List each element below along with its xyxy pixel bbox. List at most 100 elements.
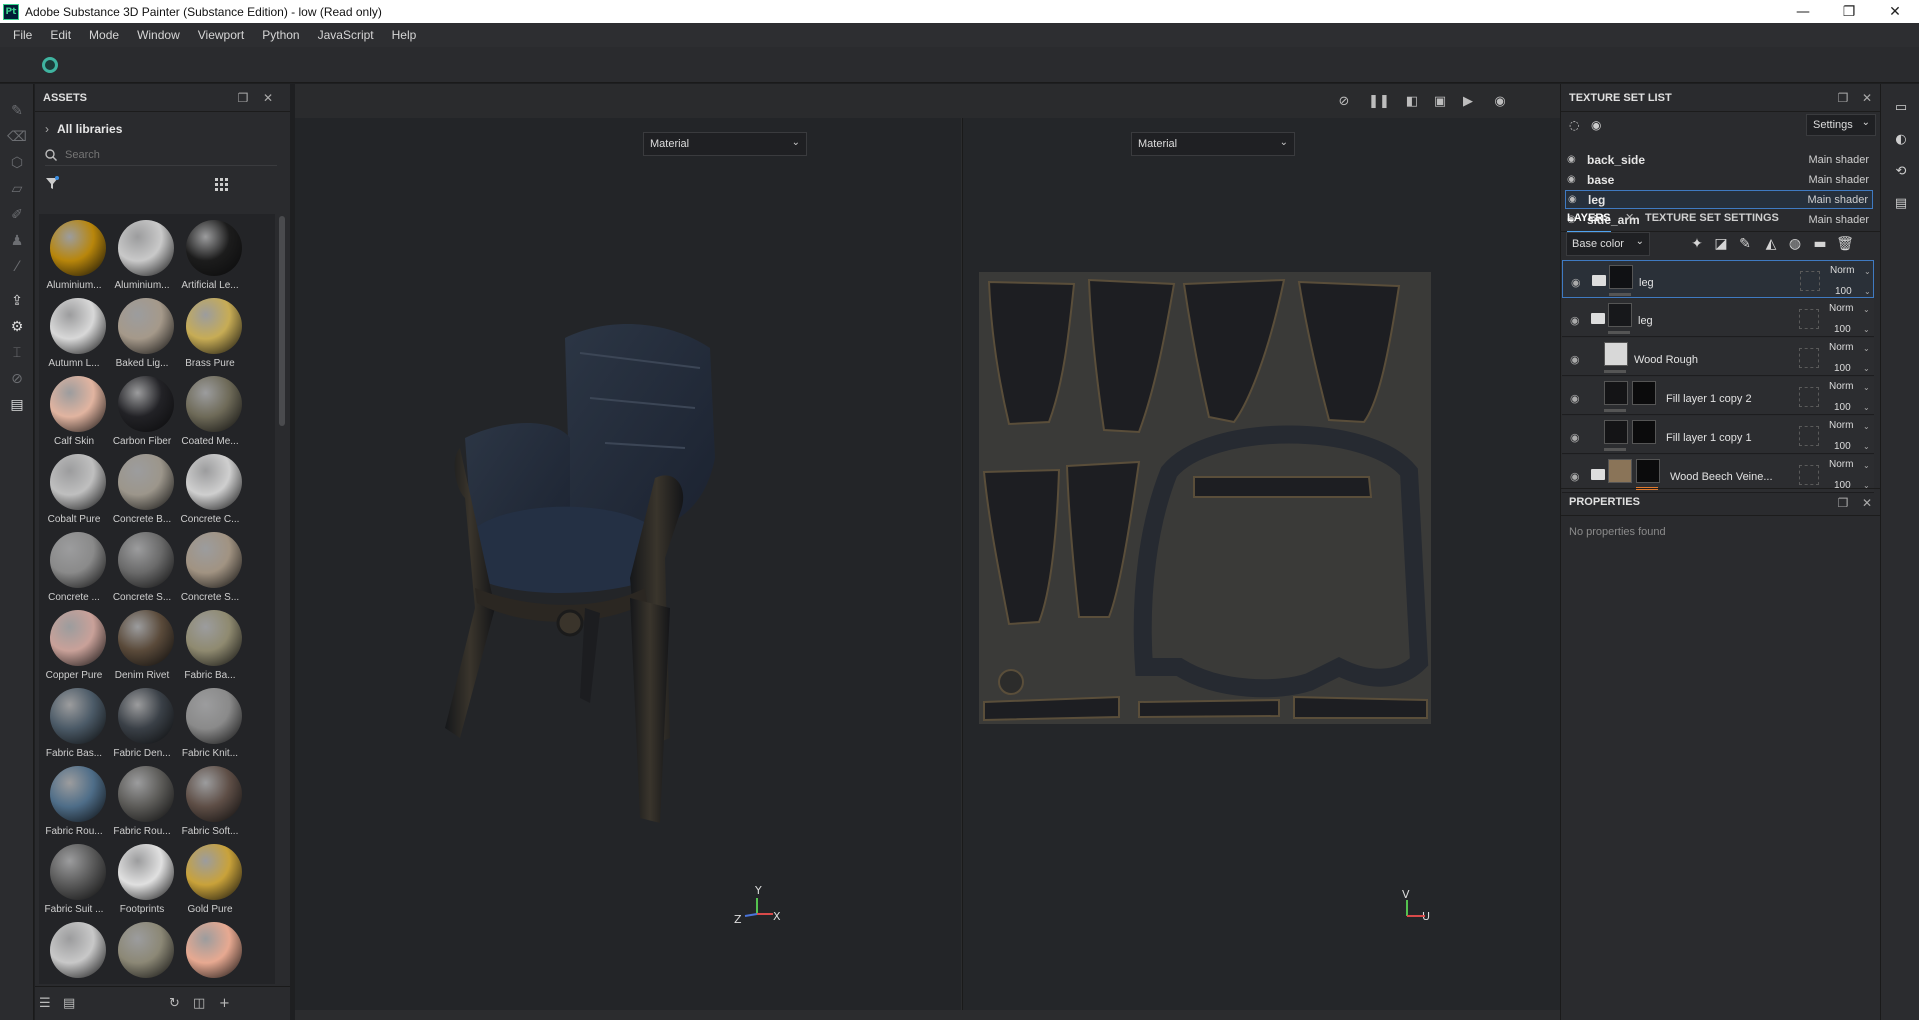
mask-slot[interactable]: [1799, 309, 1819, 329]
material-thumbnail[interactable]: Fabric Rou...: [41, 762, 107, 840]
add-smart-material-icon[interactable]: ◍: [1785, 234, 1805, 254]
blend-mode[interactable]: Norm: [1829, 342, 1853, 353]
material-thumbnail[interactable]: Copper Pure: [41, 606, 107, 684]
screenshot-icon[interactable]: ◉: [1491, 92, 1509, 110]
channel-select[interactable]: Base color ⌄: [1566, 232, 1650, 256]
shader-name[interactable]: Main shader: [1808, 154, 1869, 166]
material-thumbnail[interactable]: [41, 918, 107, 984]
mask-slot[interactable]: [1800, 271, 1820, 291]
substance-plugin-icon[interactable]: [42, 57, 58, 73]
eye-icon[interactable]: ◉: [1571, 276, 1581, 289]
material-thumbnail[interactable]: Concrete C...: [177, 450, 243, 528]
eye-icon[interactable]: ◉: [1570, 314, 1580, 327]
blend-mode[interactable]: Norm: [1829, 303, 1853, 314]
mask-slot[interactable]: [1799, 387, 1819, 407]
measure-icon[interactable]: ⌶: [8, 344, 26, 362]
add-paint-layer-icon[interactable]: ✎: [1735, 234, 1755, 254]
layer-row[interactable]: ◉ leg Norm ⌄ 100 ⌄: [1562, 260, 1874, 298]
cube-view-icon[interactable]: ▣: [1431, 92, 1449, 110]
layer-row[interactable]: ◉ Fill layer 1 copy 2 Norm ⌄ 100 ⌄: [1562, 377, 1874, 415]
color-picker-icon[interactable]: ⁄: [8, 258, 26, 276]
hide-all-icon[interactable]: ◌: [1569, 118, 1587, 136]
refresh-icon[interactable]: ↻: [169, 996, 180, 1011]
libraries-breadcrumb[interactable]: › All libraries: [45, 122, 122, 136]
mask-slot[interactable]: [1799, 348, 1819, 368]
float-panel-icon[interactable]: ❐: [235, 90, 251, 106]
menu-python[interactable]: Python: [253, 28, 308, 42]
viewport-2d-uv[interactable]: Material ⌄ V U: [962, 118, 1560, 1010]
layer-opacity[interactable]: 100: [1834, 363, 1851, 374]
bake-tool-icon[interactable]: ⇪: [8, 292, 26, 310]
material-thumbnail[interactable]: Fabric Knit...: [177, 684, 243, 762]
blend-mode[interactable]: Norm: [1829, 459, 1853, 470]
eye-icon[interactable]: ◉: [1567, 174, 1581, 185]
float-panel-icon[interactable]: ❐: [1835, 90, 1851, 106]
polygon-fill-icon[interactable]: ⊘: [8, 370, 26, 388]
viewport-3d[interactable]: Material ⌄ Y Z X: [295, 118, 961, 1010]
geometry-fill-icon[interactable]: ▱: [8, 180, 26, 198]
texture-set-item[interactable]: ◉ back_side Main shader: [1565, 150, 1873, 169]
split-view-icon[interactable]: ◧: [1403, 92, 1421, 110]
minimize-button[interactable]: —: [1780, 0, 1826, 23]
material-thumbnail[interactable]: Concrete S...: [177, 528, 243, 606]
material-thumbnail[interactable]: Fabric Soft...: [177, 762, 243, 840]
layer-row[interactable]: ◉ Fill layer 1 copy 1 Norm ⌄ 100 ⌄: [1562, 416, 1874, 454]
search-input[interactable]: [65, 148, 265, 161]
layer-opacity[interactable]: 100: [1834, 324, 1851, 335]
close-tab-icon[interactable]: ✕: [1625, 211, 1634, 224]
material-thumbnail[interactable]: Concrete S...: [109, 528, 175, 606]
camera-icon[interactable]: ▶: [1459, 92, 1477, 110]
filter-icon[interactable]: [45, 176, 59, 190]
add-folder-icon[interactable]: ▬: [1810, 234, 1830, 254]
close-window-button[interactable]: ✕: [1872, 0, 1918, 23]
close-panel-icon[interactable]: ✕: [260, 90, 276, 106]
layer-opacity[interactable]: 100: [1834, 402, 1851, 413]
material-thumbnail[interactable]: Fabric Bas...: [41, 684, 107, 762]
material-thumbnail[interactable]: Concrete ...: [41, 528, 107, 606]
blend-mode[interactable]: Norm: [1829, 381, 1853, 392]
float-panel-icon[interactable]: ❐: [1835, 495, 1851, 511]
list-view-icon[interactable]: ☰: [39, 996, 51, 1011]
clone-stamp-icon[interactable]: ♟: [8, 232, 26, 250]
material-thumbnail[interactable]: [109, 918, 175, 984]
material-thumbnail[interactable]: Coated Me...: [177, 372, 243, 450]
layer-opacity[interactable]: 100: [1834, 441, 1851, 452]
menu-file[interactable]: File: [4, 28, 41, 42]
material-thumbnail[interactable]: Footprints: [109, 840, 175, 918]
material-thumbnail[interactable]: Baked Lig...: [109, 294, 175, 372]
menu-javascript[interactable]: JavaScript: [309, 28, 383, 42]
viewport-3d-mode-select[interactable]: Material ⌄: [643, 132, 807, 156]
material-thumbnail[interactable]: Aluminium...: [109, 216, 175, 294]
material-thumbnail[interactable]: Calf Skin: [41, 372, 107, 450]
material-thumbnail[interactable]: Gold Pure: [177, 840, 243, 918]
display-settings-icon[interactable]: ▭: [1892, 98, 1910, 116]
eraser-icon[interactable]: ⌫: [7, 128, 27, 146]
material-thumbnail[interactable]: Cobalt Pure: [41, 450, 107, 528]
log-icon[interactable]: ▤: [1892, 194, 1910, 212]
menu-mode[interactable]: Mode: [80, 28, 128, 42]
history-icon[interactable]: ⟲: [1892, 162, 1910, 180]
add-fill-layer-icon[interactable]: ◭: [1761, 234, 1781, 254]
tab-texture-set-settings[interactable]: TEXTURE SET SETTINGS: [1645, 212, 1779, 224]
add-mask-icon[interactable]: ◪: [1711, 234, 1731, 254]
new-window-icon[interactable]: ◫: [193, 996, 205, 1011]
material-thumbnail[interactable]: Autumn L...: [41, 294, 107, 372]
material-thumbnail[interactable]: Concrete B...: [109, 450, 175, 528]
pause-icon[interactable]: ❚❚: [1368, 92, 1390, 110]
layer-opacity[interactable]: 100: [1835, 286, 1852, 297]
menu-window[interactable]: Window: [128, 28, 189, 42]
projection-icon[interactable]: ⬡: [8, 154, 26, 172]
eye-icon[interactable]: ◉: [1570, 353, 1580, 366]
texture-set-item[interactable]: ◉ base Main shader: [1565, 170, 1873, 189]
add-effect-icon[interactable]: ✦: [1687, 234, 1707, 254]
material-thumbnail[interactable]: Artificial Le...: [177, 216, 243, 294]
viewport-2d-mode-select[interactable]: Material ⌄: [1131, 132, 1295, 156]
menu-help[interactable]: Help: [383, 28, 426, 42]
shader-settings-icon[interactable]: ◐: [1892, 130, 1910, 148]
grid-view-icon[interactable]: [215, 178, 229, 192]
eye-icon[interactable]: ◉: [1570, 470, 1580, 483]
detail-list-icon[interactable]: ▤: [63, 996, 75, 1011]
settings-dropdown[interactable]: Settings ⌄: [1806, 114, 1876, 136]
layer-row[interactable]: ◉ leg Norm ⌄ 100 ⌄: [1562, 299, 1874, 337]
eye-icon[interactable]: ◉: [1570, 392, 1580, 405]
